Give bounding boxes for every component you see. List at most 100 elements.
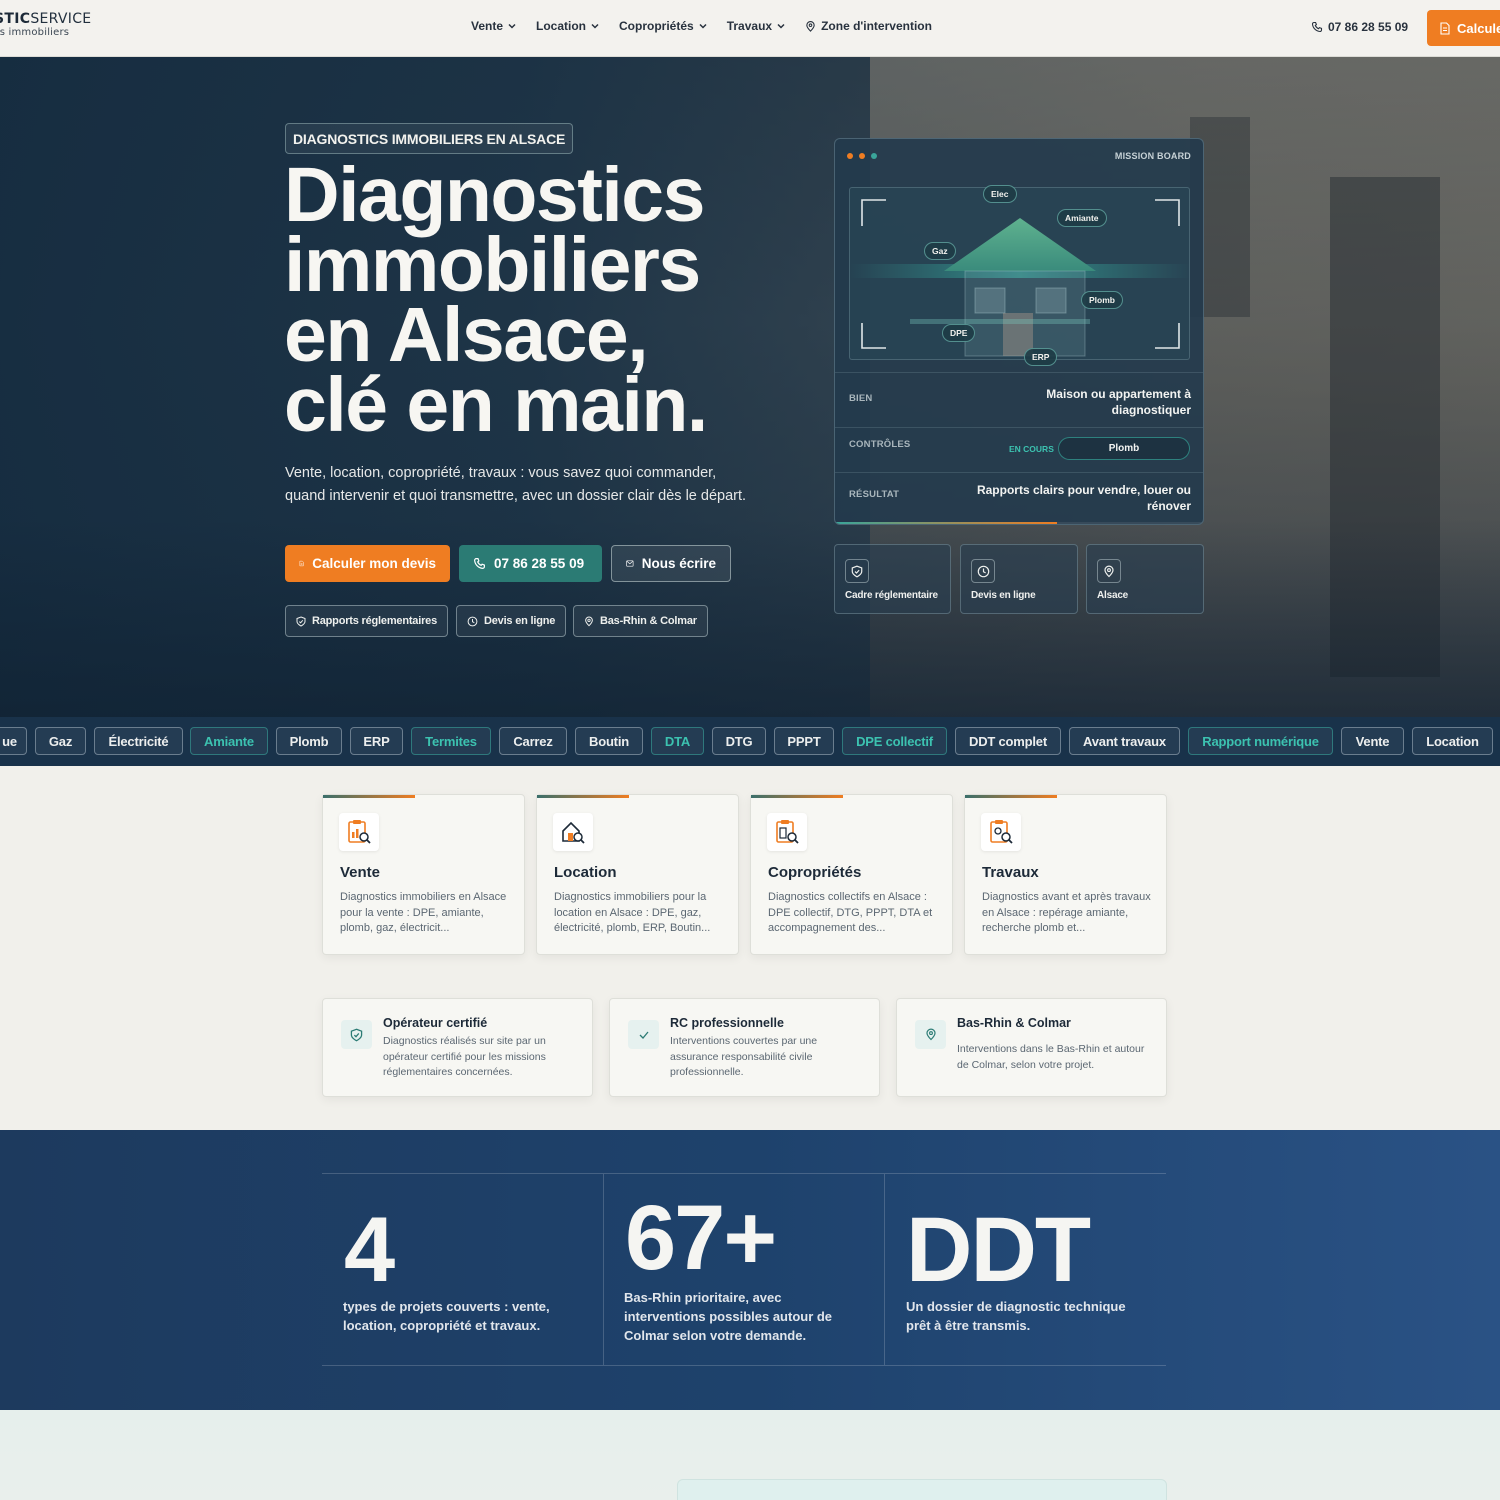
ticker-chip: Carrez (499, 727, 567, 755)
shield-icon (845, 559, 869, 583)
nav-label: Location (536, 19, 587, 33)
ticker-chip: PPPT (774, 727, 834, 755)
mail-icon (626, 560, 634, 567)
feature-title: Bas-Rhin & Colmar (957, 1016, 1071, 1030)
service-card-travaux[interactable]: Travaux Diagnostics avant et après trava… (964, 794, 1167, 955)
nav-item-location[interactable]: Location (536, 19, 599, 33)
chevron-down-icon (508, 23, 516, 29)
mini-card-alsace: Alsace (1086, 544, 1204, 614)
phone-icon (1311, 21, 1323, 33)
mini-card-devis: Devis en ligne (960, 544, 1078, 614)
feature-description: Interventions dans le Bas-Rhin et autour… (957, 1043, 1145, 1071)
nav-label: Vente (471, 19, 504, 33)
pill-rapports: Rapports réglementaires (285, 605, 448, 637)
service-card-vente[interactable]: Vente Diagnostics immobiliers en Alsace … (322, 794, 525, 955)
ticker-chip: Gaz (35, 727, 86, 755)
stat-text: types de projets couverts : vente, locat… (343, 1299, 550, 1333)
logo-regular: SERVICE (30, 11, 92, 27)
ticker-chip: Boutin (575, 727, 643, 755)
card-accent-bar (323, 795, 415, 798)
tag-erp: ERP (1024, 348, 1058, 366)
pill-zone: Bas-Rhin & Colmar (573, 605, 708, 637)
feature-description: Diagnostics réalisés sur site par un opé… (383, 1035, 546, 1078)
ticker-chip: ERP (350, 727, 403, 755)
house-search-icon (553, 813, 593, 851)
ticker-chip: Avant travaux (1069, 727, 1180, 755)
card-accent-bar (965, 795, 1057, 798)
stat-value: 4 (344, 1199, 395, 1301)
nav-item-zone[interactable]: Zone d'intervention (805, 19, 932, 33)
ticker-chip: Électricité (94, 727, 183, 755)
map-pin-icon (806, 20, 815, 32)
document-icon (1440, 21, 1450, 35)
divider (322, 1365, 1166, 1366)
check-icon (628, 1020, 659, 1049)
divider (322, 1173, 1166, 1174)
service-card-location[interactable]: Location Diagnostics immobiliers pour la… (536, 794, 739, 955)
feature-certified: Opérateur certifié Diagnostics réalisés … (322, 998, 593, 1097)
site-header: STICSERVICE cs immobiliers Vente Locatio… (0, 0, 1500, 57)
clipboard-chart-icon (339, 813, 379, 851)
call-button[interactable]: 07 86 28 55 09 (459, 545, 602, 582)
card-accent-bar (537, 795, 629, 798)
hero-title-line: Diagnostics (284, 152, 705, 238)
map-pin-icon (1097, 559, 1121, 583)
ticker-chip: DDT complet (955, 727, 1061, 755)
tag-dpe: DPE (942, 324, 976, 342)
row-label: CONTRÔLES (849, 439, 911, 450)
feature-title: RC professionnelle (670, 1016, 784, 1030)
clipboard-building-icon (767, 813, 807, 851)
hero-eyebrow: DIAGNOSTICS IMMOBILIERS EN ALSACE (285, 123, 574, 154)
quote-button[interactable]: Calculer mon devis (285, 545, 450, 582)
card-accent-bar (751, 795, 843, 798)
chevron-down-icon (591, 23, 599, 29)
service-card-coproprietes[interactable]: Copropriétés Diagnostics collectifs en A… (750, 794, 953, 955)
feature-description: Interventions couvertes par une assuranc… (670, 1035, 818, 1078)
clipboard-gear-icon (981, 813, 1021, 851)
map-pin-icon (915, 1020, 946, 1049)
card-title: Copropriétés (768, 864, 862, 881)
write-button-label: Nous écrire (641, 556, 716, 571)
current-control-chip: Plomb (1058, 437, 1190, 460)
card-title: Location (554, 864, 617, 881)
board-title: MISSION BOARD (1114, 151, 1191, 161)
mission-progress (835, 522, 1203, 524)
nav-label: Zone d'intervention (821, 19, 932, 33)
card-description: Diagnostics immobiliers en Alsace pour l… (340, 891, 507, 934)
nav-label: Travaux (726, 19, 773, 33)
ticker-chip: Amiante (190, 727, 268, 755)
clock-icon (467, 616, 478, 626)
pill-devis: Devis en ligne (456, 605, 567, 637)
site-logo[interactable]: STICSERVICE cs immobiliers (0, 12, 91, 38)
ticker-chip: Location (1412, 727, 1493, 755)
divider (884, 1174, 885, 1365)
ticker-chip: Rapport numérique (1188, 727, 1333, 755)
shield-icon (296, 615, 306, 627)
feature-insurance: RC professionnelle Interventions couvert… (609, 998, 880, 1097)
map-pin-icon (585, 616, 593, 626)
mini-card-label: Cadre réglementaire (845, 590, 938, 601)
card-title: Vente (340, 864, 381, 881)
nav-item-coproprietes[interactable]: Copropriétés (619, 19, 707, 33)
hero-title-line: clé en main. (284, 362, 708, 448)
board-row-resultat: RÉSULTAT Rapports clairs pour vendre, lo… (835, 472, 1203, 522)
mission-progress-fill (835, 522, 1057, 524)
hero-title: Diagnostics immobiliers en Alsace, clé e… (284, 152, 844, 448)
header-quote-button[interactable]: Calcule (1427, 10, 1500, 46)
diagnostic-ticker: ue Gaz Électricité Amiante Plomb ERP Ter… (0, 717, 1500, 766)
phone-icon (474, 558, 485, 569)
header-phone-label: 07 86 28 55 09 (1328, 20, 1409, 34)
board-row-controles: CONTRÔLES EN COURS Plomb (835, 427, 1203, 472)
nav-item-vente[interactable]: Vente (471, 19, 516, 33)
pill-label: Rapports réglementaires (312, 615, 437, 627)
hero-title-line: en Alsace, (284, 292, 649, 378)
logo-bold: STIC (0, 11, 31, 27)
ticker-chip: DPE collectif (842, 727, 947, 755)
quote-button-label: Calculer mon devis (312, 556, 436, 571)
nav-item-travaux[interactable]: Travaux (727, 19, 785, 33)
write-button[interactable]: Nous écrire (611, 545, 731, 582)
header-phone-link[interactable]: 07 86 28 55 09 (1311, 20, 1408, 34)
next-section-panel (677, 1479, 1167, 1500)
ticker-chip: Termites (411, 727, 491, 755)
card-title: Travaux (982, 864, 1039, 881)
